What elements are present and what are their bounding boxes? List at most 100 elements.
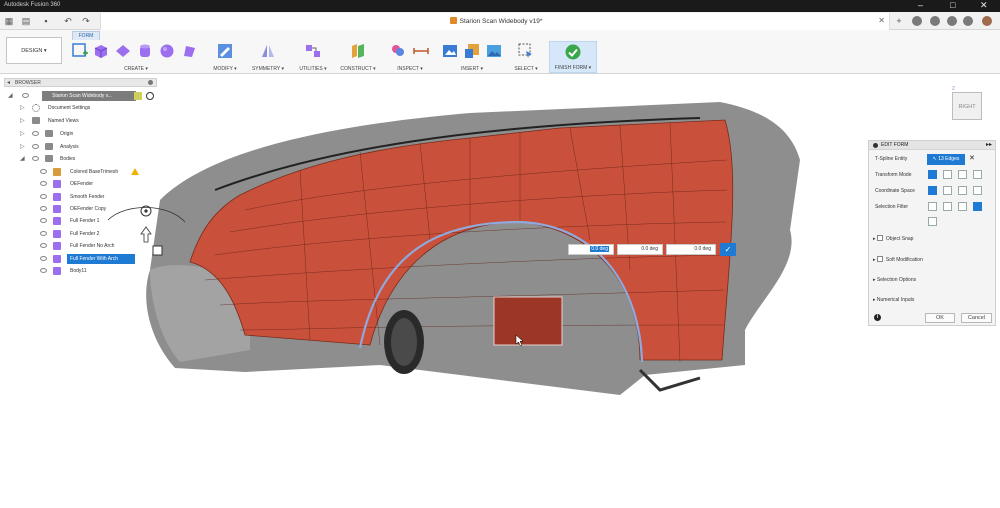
notifications-icon[interactable]	[947, 16, 957, 26]
measure-icon[interactable]	[413, 43, 429, 59]
rotation-angle-3-field[interactable]: 0.0 deg	[666, 244, 716, 255]
modify-group-label[interactable]: MODIFY ▾	[208, 66, 242, 72]
visibility-eye-icon[interactable]	[22, 93, 29, 98]
visibility-eye-icon[interactable]	[40, 206, 47, 211]
selection-options-section[interactable]: ▸ Selection Options	[873, 277, 916, 283]
insert-group-label[interactable]: INSERT ▾	[440, 66, 504, 72]
object-snap-section[interactable]: ▸ Object Snap	[873, 235, 913, 242]
rotation-angle-1-field[interactable]: 0.0 deg	[568, 244, 614, 255]
viewcube[interactable]: RIGHT	[952, 92, 982, 120]
workspace-switcher[interactable]: DESIGN ▾	[6, 37, 62, 64]
body-filter-icon[interactable]	[928, 217, 937, 226]
view-space-icon[interactable]	[943, 186, 952, 195]
vertex-filter-icon[interactable]	[928, 202, 937, 211]
visibility-eye-icon[interactable]	[40, 169, 47, 174]
finish-form-check-icon[interactable]	[565, 44, 581, 60]
expand-panel-icon[interactable]: ▸▸	[986, 141, 992, 150]
utilities-icon[interactable]	[305, 43, 321, 59]
soft-modification-checkbox[interactable]	[876, 256, 883, 262]
help-icon[interactable]	[963, 16, 973, 26]
select-group-label[interactable]: SELECT ▾	[508, 66, 544, 72]
translate-arrow-icon[interactable]	[140, 226, 152, 243]
rotate-mode-icon[interactable]	[958, 170, 967, 179]
new-tab-icon[interactable]: +	[893, 15, 905, 27]
visibility-eye-icon[interactable]	[32, 156, 39, 161]
info-icon[interactable]: i	[874, 314, 881, 321]
select-icon[interactable]	[518, 43, 534, 59]
visibility-eye-icon[interactable]	[40, 256, 47, 261]
confirm-transform-button[interactable]: ✓	[720, 243, 736, 256]
radio-activate-icon[interactable]	[146, 92, 154, 100]
create-group-label[interactable]: CREATE ▾	[68, 66, 204, 72]
cylinder-icon[interactable]	[137, 43, 153, 59]
construct-group-label[interactable]: CONSTRUCT ▾	[336, 66, 380, 72]
local-space-icon[interactable]	[958, 186, 967, 195]
edge-filter-icon[interactable]	[943, 202, 952, 211]
job-status-icon[interactable]	[930, 16, 940, 26]
file-menu-icon[interactable]: ▤	[20, 15, 32, 27]
close-window-icon[interactable]: ✕	[980, 0, 988, 11]
close-tab-icon[interactable]: ✕	[878, 16, 885, 25]
visibility-eye-icon[interactable]	[32, 131, 39, 136]
body-full-fender-with-arch[interactable]: Full Fender With Arch	[40, 254, 136, 264]
inspect-group-label[interactable]: INSPECT ▾	[384, 66, 436, 72]
ok-button[interactable]: OK	[925, 313, 955, 323]
plane-icon[interactable]	[115, 43, 131, 59]
clear-selection-icon[interactable]: ✕	[969, 154, 975, 162]
browser-pin-icon[interactable]	[148, 80, 153, 85]
parametric-space-icon[interactable]	[973, 186, 982, 195]
maximize-icon[interactable]: □	[950, 0, 955, 11]
box-icon[interactable]	[93, 43, 109, 59]
mirror-symmetry-icon[interactable]	[260, 43, 276, 59]
insert-canvas-icon[interactable]	[442, 43, 458, 59]
visibility-eye-icon[interactable]	[40, 181, 47, 186]
visibility-eye-icon[interactable]	[40, 231, 47, 236]
body-colored-basetrimesh[interactable]: Colored BaseTrimesh	[40, 167, 150, 177]
tree-root[interactable]: ◢ Starion Scan Widebody v...	[8, 91, 158, 101]
tspline-entity-selector[interactable]: ↖ 13 Edges	[927, 154, 965, 165]
cancel-button[interactable]: Cancel	[961, 313, 992, 323]
face-filter-icon[interactable]	[958, 202, 967, 211]
planar-move-handle-icon[interactable]	[152, 245, 163, 256]
redo-icon[interactable]: ↷	[80, 15, 92, 27]
insert-image-icon[interactable]	[486, 43, 502, 59]
finish-form-group[interactable]: FINISH FORM ▾	[549, 41, 597, 73]
extensions-icon[interactable]	[912, 16, 922, 26]
translate-mode-icon[interactable]	[943, 170, 952, 179]
visibility-eye-icon[interactable]	[40, 218, 47, 223]
all-filter-icon[interactable]	[973, 202, 982, 211]
save-icon[interactable]: ▪	[40, 15, 52, 27]
avatar[interactable]	[982, 16, 992, 26]
component-activate-icon[interactable]	[134, 92, 142, 100]
browser-header[interactable]: ◂ BROWSER	[4, 78, 157, 87]
soft-modification-section[interactable]: ▸ Soft Modification	[873, 256, 923, 263]
collapse-panel-icon[interactable]	[873, 143, 878, 148]
multi-transform-icon[interactable]	[928, 170, 937, 179]
symmetry-group-label[interactable]: SYMMETRY ▾	[246, 66, 290, 72]
visibility-eye-icon[interactable]	[32, 144, 39, 149]
numerical-inputs-section[interactable]: ▸ Numerical Inputs	[873, 297, 914, 303]
utilities-group-label[interactable]: UTILITIES ▾	[294, 66, 332, 72]
insert-derive-icon[interactable]	[464, 43, 480, 59]
undo-icon[interactable]: ↶	[62, 15, 74, 27]
rotation-angle-2-field[interactable]: 0.0 deg	[617, 244, 663, 255]
edit-form-icon[interactable]	[217, 43, 233, 59]
document-tab[interactable]: Starion Scan Widebody v19* ✕	[100, 13, 890, 30]
object-snap-checkbox[interactable]	[876, 235, 883, 241]
scale-mode-icon[interactable]	[973, 170, 982, 179]
data-panel-icon[interactable]: ▦	[3, 15, 15, 27]
collapse-browser-icon[interactable]: ◂	[7, 79, 10, 86]
visibility-eye-icon[interactable]	[40, 243, 47, 248]
quadball-icon[interactable]	[181, 43, 197, 59]
visibility-eye-icon[interactable]	[40, 194, 47, 199]
sphere-icon[interactable]	[159, 43, 175, 59]
warning-icon[interactable]	[131, 168, 139, 175]
construct-plane-icon[interactable]	[350, 43, 366, 59]
world-space-icon[interactable]	[928, 186, 937, 195]
create-box-icon[interactable]	[72, 43, 88, 59]
minimize-icon[interactable]: –	[918, 0, 923, 11]
collapse-arrow-icon[interactable]: ◢	[8, 91, 13, 101]
visibility-eye-icon[interactable]	[40, 268, 47, 273]
finish-form-group-label[interactable]: FINISH FORM ▾	[550, 65, 596, 71]
selected-face[interactable]	[493, 296, 563, 346]
